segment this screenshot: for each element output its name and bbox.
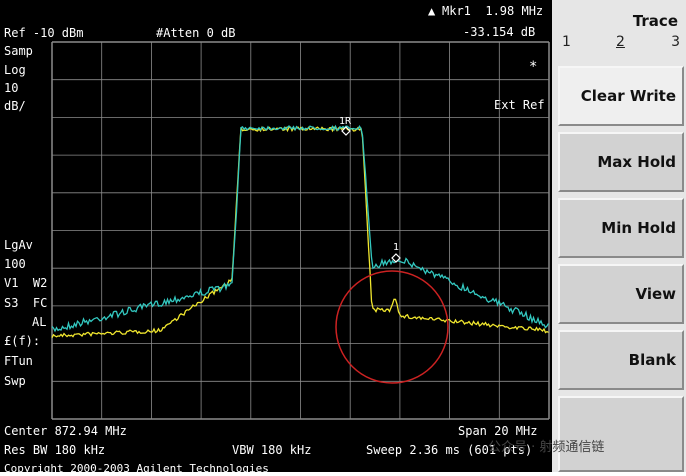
max-hold-button[interactable]: Max Hold (558, 132, 684, 192)
spectrum-plot: 1R 1 (51, 41, 550, 420)
trace-number-1[interactable]: 1 (562, 34, 571, 50)
trace-number-2[interactable]: 2 (616, 34, 625, 50)
blank-button[interactable]: Blank (558, 330, 684, 390)
graticule (51, 41, 550, 420)
analyzer-screen: Ref -10 dBm #Atten 0 dB ▲ Mkr1 1.98 MHz … (0, 0, 552, 475)
view-label: View (635, 285, 676, 303)
annotation-circle (335, 270, 449, 384)
clear-write-label: Clear Write (580, 87, 676, 105)
trace-menu-title: Trace (632, 12, 678, 30)
trace-menu-header[interactable]: Trace 1 2 3 (558, 0, 684, 60)
clear-write-button[interactable]: Clear Write (558, 66, 684, 126)
empty-softkey[interactable] (558, 396, 684, 472)
min-hold-label: Min Hold (601, 219, 676, 237)
trace-number-3[interactable]: 3 (671, 34, 680, 50)
marker-1-label: 1 (393, 242, 399, 253)
resolution-bandwidth: Res BW 180 kHz (4, 443, 106, 457)
copyright: Copyright 2000-2003 Agilent Technologies (4, 462, 269, 475)
video-bandwidth: VBW 180 kHz (232, 443, 312, 457)
min-hold-button[interactable]: Min Hold (558, 198, 684, 258)
watermark-text: 公众号 · 射频通信链 (488, 440, 605, 455)
blank-label: Blank (628, 351, 676, 369)
center-frequency: Center 872.94 MHz (4, 424, 127, 438)
watermark: 公众号 · 射频通信链 (488, 436, 604, 455)
view-button[interactable]: View (558, 264, 684, 324)
marker-1r-label: 1R (339, 116, 352, 127)
max-hold-label: Max Hold (597, 153, 676, 171)
softkey-panel: Trace 1 2 3 Clear Write Max Hold Min Hol… (552, 0, 686, 472)
